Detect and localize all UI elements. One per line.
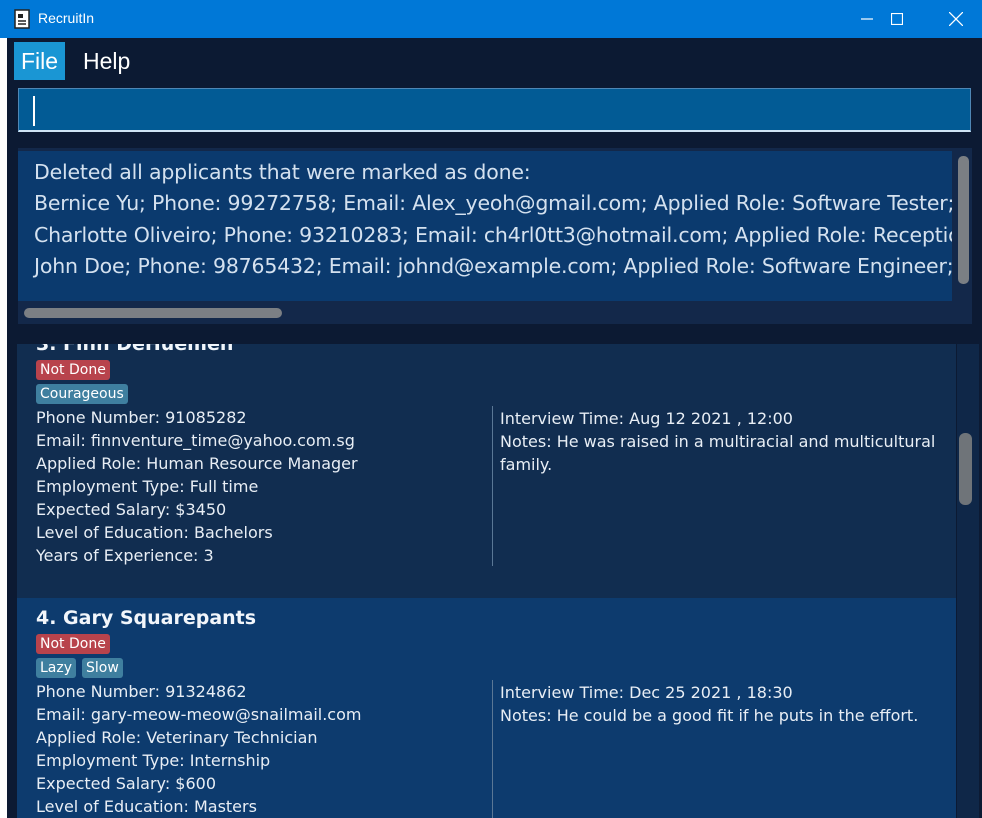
result-line: John Doe; Phone: 98765432; Email: johnd@… [34,254,952,278]
column-divider [492,680,493,818]
tag-badge: Slow [82,658,123,678]
employment-type-field: Employment Type: Internship [36,751,271,770]
education-field: Level of Education: Masters [36,797,257,816]
menu-file[interactable]: File [14,42,66,80]
window-title: RecruitIn [38,10,95,26]
phone-field: Phone Number: 91085282 [36,408,247,427]
maximize-button[interactable] [874,0,920,38]
list-scrollbar-thumb[interactable] [959,433,972,505]
applicant-list[interactable]: 3. Finn DeHuemen Not Done Courageous Pho… [17,344,956,818]
close-button[interactable] [933,0,979,38]
result-horizontal-scrollbar[interactable] [24,308,282,318]
status-badge: Not Done [36,360,110,380]
email-field: Email: finnventure_time@yahoo.com.sg [36,431,355,450]
app-window: File Help Deleted all applicants that we… [7,38,982,818]
salary-field: Expected Salary: $3450 [36,500,227,519]
applicant-card[interactable]: 4. Gary Squarepants Not Done Lazy Slow P… [17,598,956,818]
maximize-icon [891,13,903,25]
menu-help[interactable]: Help [76,42,137,80]
result-line: Bernice Yu; Phone: 99272758; Email: Alex… [34,191,952,215]
salary-field: Expected Salary: $600 [36,774,217,793]
email-field: Email: gary-meow-meow@snailmail.com [36,705,362,724]
notes-field-continued: family. [500,455,553,474]
status-badge: Not Done [36,634,110,654]
tag-badge: Lazy [36,658,77,678]
result-display[interactable]: Deleted all applicants that were marked … [18,148,972,324]
command-input[interactable] [18,88,971,132]
column-divider [492,406,493,566]
education-field: Level of Education: Bachelors [36,523,273,542]
result-line: Deleted all applicants that were marked … [34,160,531,184]
experience-field: Years of Experience: 3 [36,546,214,565]
text-caret [33,96,35,126]
minimize-icon [861,18,873,20]
role-field: Applied Role: Human Resource Manager [36,454,358,473]
interview-time-field: Interview Time: Dec 25 2021 , 18:30 [500,683,793,702]
menu-bar: File Help [7,38,982,82]
applicant-card[interactable]: 3. Finn DeHuemen Not Done Courageous Pho… [17,344,956,598]
phone-field: Phone Number: 91324862 [36,682,247,701]
result-text-area: Deleted all applicants that were marked … [18,151,952,301]
notes-field: Notes: He was raised in a multiracial an… [500,432,936,451]
app-icon [14,9,30,29]
list-scrollbar-track[interactable] [957,344,979,818]
result-line: Charlotte Oliveiro; Phone: 93210283; Ema… [34,223,952,247]
role-field: Applied Role: Veterinary Technician [36,728,318,747]
window-titlebar: RecruitIn [0,0,982,38]
employment-type-field: Employment Type: Full time [36,477,259,496]
result-vertical-scrollbar[interactable] [958,156,969,284]
tag-badge: Courageous [36,384,128,404]
close-icon [949,12,963,26]
applicant-name: 3. Finn DeHuemen [36,344,234,355]
interview-time-field: Interview Time: Aug 12 2021 , 12:00 [500,409,793,428]
applicant-name: 4. Gary Squarepants [36,607,257,629]
notes-field: Notes: He could be a good fit if he puts… [500,706,919,725]
